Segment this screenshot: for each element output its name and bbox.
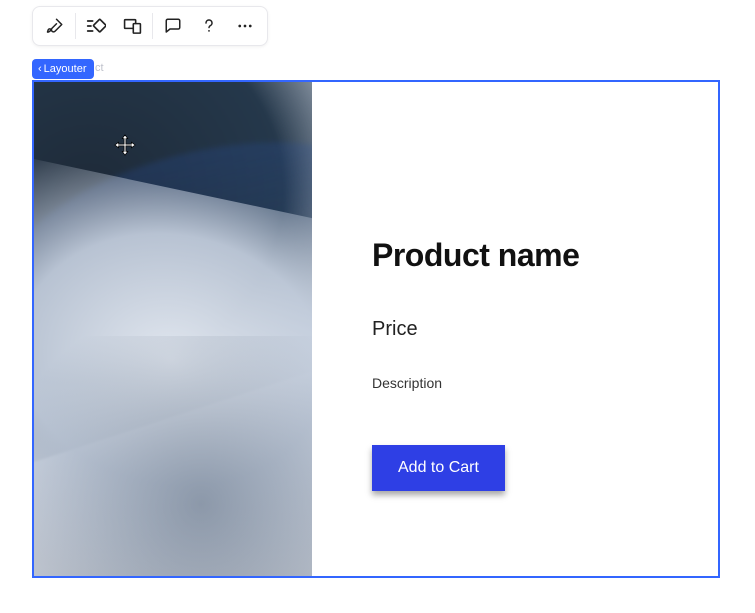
toolbar-separator [75, 13, 76, 39]
devices-icon [123, 17, 142, 35]
devices-button[interactable] [114, 9, 150, 43]
help-icon [200, 17, 218, 35]
more-button[interactable] [227, 9, 263, 43]
help-button[interactable] [191, 9, 227, 43]
layouter-badge[interactable]: ‹ Layouter [32, 59, 94, 79]
layouter-badge-label: Layouter [44, 63, 87, 75]
product-title[interactable]: Product name [372, 237, 678, 274]
more-icon [236, 17, 254, 35]
align-icon [86, 17, 106, 35]
comment-button[interactable] [155, 9, 191, 43]
add-to-cart-button[interactable]: Add to Cart [372, 445, 505, 491]
toolbar-separator [152, 13, 153, 39]
product-info-panel: Product name Price Description Add to Ca… [312, 82, 718, 576]
editor-toolbar [32, 6, 268, 46]
product-description[interactable]: Description [372, 375, 678, 391]
product-price[interactable]: Price [372, 318, 678, 341]
brush-icon [46, 17, 64, 35]
selected-frame[interactable]: Product name Price Description Add to Ca… [32, 80, 720, 578]
brush-button[interactable] [37, 9, 73, 43]
chevron-left-icon: ‹ [38, 64, 42, 75]
abstract-shape [34, 336, 312, 576]
hint-text: ct [95, 62, 104, 74]
product-image-panel[interactable] [34, 82, 312, 576]
align-button[interactable] [78, 9, 114, 43]
comment-icon [164, 17, 182, 35]
